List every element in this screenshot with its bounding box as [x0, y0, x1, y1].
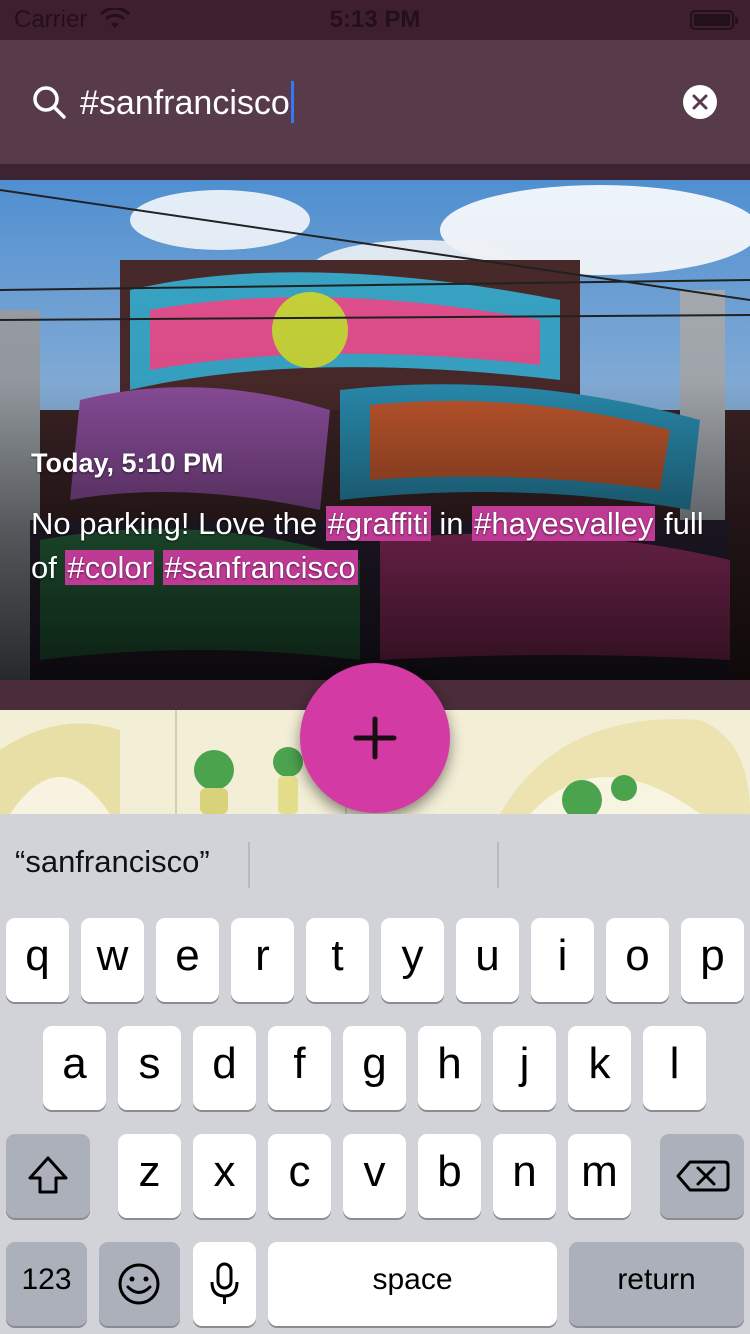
key-e-label: e	[175, 931, 200, 980]
caption-text	[154, 550, 163, 585]
key-c-label: c	[288, 1147, 311, 1196]
key-f-label: f	[293, 1039, 306, 1088]
key-w-label: w	[96, 931, 129, 980]
key-o[interactable]: o	[606, 918, 669, 1002]
key-i-label: i	[557, 931, 568, 980]
key-h[interactable]: h	[418, 1026, 481, 1110]
search-input[interactable]: #sanfrancisco	[80, 78, 294, 128]
space-key[interactable]: space	[268, 1242, 557, 1326]
key-r[interactable]: r	[231, 918, 294, 1002]
search-query: #sanfrancisco	[80, 84, 290, 122]
key-n[interactable]: n	[493, 1134, 556, 1218]
key-v[interactable]: v	[343, 1134, 406, 1218]
key-i[interactable]: i	[531, 918, 594, 1002]
keyboard: “sanfrancisco” qwe r t y u i o p a s d f g h j k l z x c v b n…	[0, 814, 750, 1334]
suggestion-item[interactable]: “sanfrancisco”	[15, 844, 210, 880]
key-k-label: k	[588, 1039, 611, 1088]
post-card[interactable]: Today, 5:10 PM No parking! Love the #gra…	[0, 180, 750, 680]
hashtag-graffiti[interactable]: #graffiti	[325, 506, 431, 541]
key-b[interactable]: b	[418, 1134, 481, 1218]
caption-text: No parking! Love the	[31, 506, 326, 541]
key-j[interactable]: j	[493, 1026, 556, 1110]
suggestion-divider	[497, 842, 499, 888]
key-o-label: o	[625, 931, 650, 980]
key-j-label: j	[519, 1039, 530, 1088]
key-z-label: z	[138, 1147, 161, 1196]
post-timestamp: Today, 5:10 PM	[31, 448, 224, 478]
post-caption: No parking! Love the #graffiti in #hayes…	[31, 502, 731, 590]
emoji-key[interactable]	[99, 1242, 180, 1326]
text-cursor	[290, 81, 294, 124]
key-x-label: x	[213, 1147, 236, 1196]
key-p-label: p	[700, 931, 725, 980]
backspace-icon	[676, 1160, 730, 1192]
space-key-label: space	[372, 1263, 453, 1296]
key-s-label: s	[138, 1039, 161, 1088]
numbers-key-label: 123	[21, 1263, 72, 1296]
battery-icon	[690, 10, 738, 30]
close-icon	[692, 94, 708, 110]
emoji-icon	[118, 1263, 160, 1305]
key-a-label: a	[62, 1039, 87, 1088]
key-w[interactable]: w	[81, 918, 144, 1002]
key-a[interactable]: a	[43, 1026, 106, 1110]
key-m-label: m	[581, 1147, 618, 1196]
key-u[interactable]: u	[456, 918, 519, 1002]
clear-search-button[interactable]	[683, 85, 717, 119]
key-g[interactable]: g	[343, 1026, 406, 1110]
search-icon	[33, 86, 66, 119]
key-y-label: y	[401, 931, 424, 980]
search-bar: #sanfrancisco	[0, 40, 750, 164]
add-post-button[interactable]	[300, 663, 450, 813]
microphone-icon	[210, 1262, 239, 1304]
feed-spacer	[0, 164, 750, 180]
key-k[interactable]: k	[568, 1026, 631, 1110]
key-l[interactable]: l	[643, 1026, 706, 1110]
key-p[interactable]: p	[681, 918, 744, 1002]
key-b-label: b	[437, 1147, 462, 1196]
photo-gradient-overlay	[0, 180, 750, 680]
key-n-label: n	[512, 1147, 537, 1196]
hashtag-color[interactable]: #color	[65, 550, 154, 585]
hashtag-sanfrancisco[interactable]: #sanfrancisco	[162, 550, 358, 585]
key-s[interactable]: s	[118, 1026, 181, 1110]
key-m[interactable]: m	[568, 1134, 631, 1218]
key-e[interactable]: e	[156, 918, 219, 1002]
key-h-label: h	[437, 1039, 462, 1088]
key-c[interactable]: c	[268, 1134, 331, 1218]
dictation-key[interactable]	[193, 1242, 256, 1326]
shift-key[interactable]	[6, 1134, 90, 1218]
key-v-label: v	[363, 1147, 386, 1196]
key-z[interactable]: z	[118, 1134, 181, 1218]
key-u-label: u	[475, 931, 500, 980]
key-r-label: r	[255, 931, 270, 980]
return-key-label: return	[617, 1263, 696, 1296]
predictive-bar: “sanfrancisco”	[0, 814, 750, 914]
hashtag-hayesvalley[interactable]: #hayesvalley	[472, 506, 656, 541]
status-bar: Carrier 5:13 PM	[0, 0, 750, 40]
delete-key[interactable]	[660, 1134, 744, 1218]
key-t[interactable]: t	[306, 918, 369, 1002]
key-x[interactable]: x	[193, 1134, 256, 1218]
key-d-label: d	[212, 1039, 237, 1088]
shift-icon	[28, 1156, 68, 1194]
suggestion-divider	[248, 842, 250, 888]
return-key[interactable]: return	[569, 1242, 744, 1326]
key-y[interactable]: y	[381, 918, 444, 1002]
key-l-label: l	[669, 1039, 680, 1088]
key-f[interactable]: f	[268, 1026, 331, 1110]
numbers-key[interactable]: 123	[6, 1242, 87, 1326]
key-g-label: g	[362, 1039, 387, 1088]
caption-text: in	[430, 506, 473, 541]
clock: 5:13 PM	[329, 6, 421, 33]
key-t-label: t	[331, 931, 344, 980]
key-q[interactable]: q	[6, 918, 69, 1002]
plus-icon	[353, 716, 397, 760]
key-q-label: q	[25, 931, 50, 980]
key-d[interactable]: d	[193, 1026, 256, 1110]
